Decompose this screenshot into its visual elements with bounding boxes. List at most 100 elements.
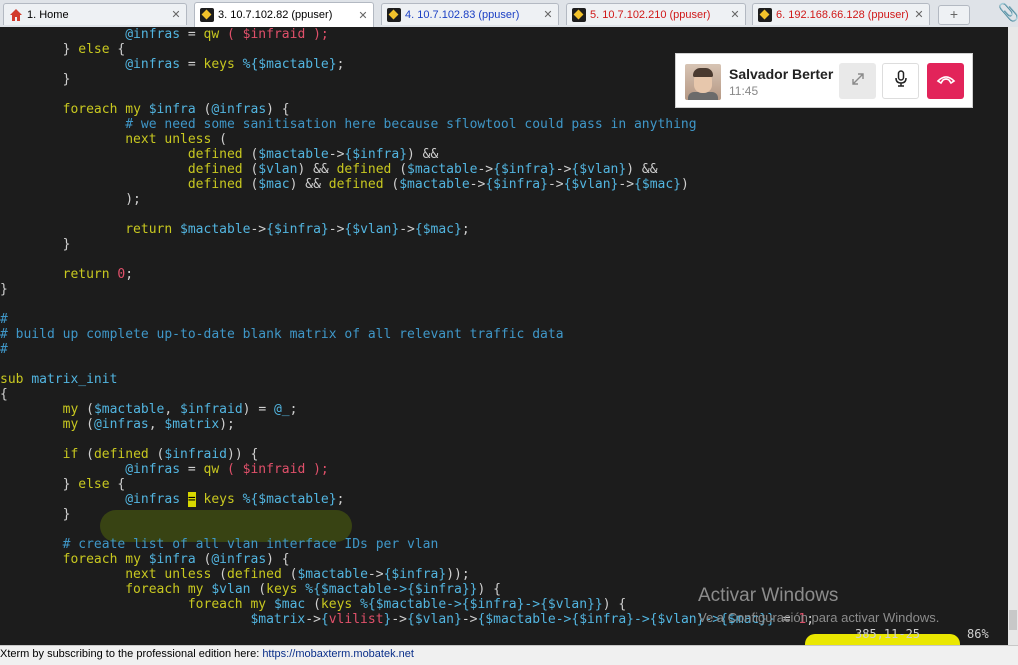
code-token: ) = [242,402,274,417]
windows-activation-title: Activar Windows [698,585,839,606]
code-token: @infras [211,552,267,567]
text-cursor: = [187,492,196,507]
tab-192-168-66-128[interactable]: 6. 192.168.66.128 (ppuser) ✕ [752,3,930,25]
expand-button[interactable] [839,63,876,99]
code-token: ( [281,567,298,582]
code-token: -> [305,612,321,627]
code-token: ; [336,492,345,507]
code-token: keys [203,57,235,72]
code-line: } [0,72,71,87]
code-token: {$infra} [344,147,408,162]
close-icon[interactable]: ✕ [169,8,183,21]
code-token: ( [78,417,94,432]
code-token: -> [399,222,415,237]
code-token: @infras [125,27,181,42]
code-token: ( [250,582,267,597]
terminal-output[interactable]: @infras = qw ( $infraid ); } else { @inf… [0,27,1008,645]
code-token: {$infra} [383,567,447,582]
code-token: ( [383,177,400,192]
code-line: next unless (defined ($mactable->{$infra… [0,567,469,582]
code-line: @infras = qw ( $infraid ); [0,27,329,42]
code-token: ( [195,102,212,117]
code-line: foreach my $infra (@infras) { [0,552,290,567]
tab-10-7-102-83[interactable]: 4. 10.7.102.83 (ppuser) ✕ [381,3,559,25]
microphone-button[interactable] [882,63,919,99]
code-line: # we need some sanitisation here because… [0,117,697,132]
tab-label: 4. 10.7.102.83 (ppuser) [405,8,520,21]
code-token: %{$mactable} [242,492,337,507]
hang-up-button[interactable] [927,63,964,99]
tab-home[interactable]: 1. Home ✕ [3,3,187,25]
code-token: ( [195,552,212,567]
code-line: # create list of all vlan interface IDs … [0,537,439,552]
close-icon[interactable]: ✕ [912,8,926,21]
code-token: ) && [297,162,337,177]
scrollbar-thumb[interactable] [1009,610,1017,630]
code-token: my [187,582,204,597]
code-token: next [125,567,157,582]
tab-10-7-102-210[interactable]: 5. 10.7.102.210 (ppuser) ✕ [566,3,746,25]
code-token: $mactable [399,177,470,192]
close-icon[interactable]: ✕ [356,9,370,22]
code-token: @infras [125,57,181,72]
tab-10-7-102-82[interactable]: 3. 10.7.102.82 (ppuser) ✕ [194,2,374,27]
tab-label: 3. 10.7.102.82 (ppuser) [218,9,333,21]
windows-activation-subtitle: Ve a Configuración para activar Windows. [698,610,940,625]
code-token: ) && [626,162,658,177]
new-tab-button[interactable]: + [938,5,970,25]
code-token: return [125,222,173,237]
footer-bar: Xterm by subscribing to the professional… [0,645,1018,665]
code-token: qw [203,462,220,477]
code-line: foreach my $infra (@infras) { [0,102,290,117]
code-token: } [0,42,79,57]
call-time: 11:45 [729,84,759,98]
cursor-position: 385,11-25 [855,627,921,641]
code-token: @infras [211,102,267,117]
paperclip-icon[interactable]: 📎 [998,3,1018,23]
code-line: } else { [0,42,126,57]
code-line: if (defined ($infraid)) { [0,447,259,462]
code-token: ; [461,222,470,237]
scroll-percent: 86% [967,627,989,641]
code-token: $mac [273,597,306,612]
code-line: $matrix->{vlilist}->{$vlan}->{$mactable-… [0,612,814,627]
code-token: ( [242,177,259,192]
close-icon[interactable]: ✕ [541,8,555,21]
code-token: ( [148,447,165,462]
code-token: = [180,462,204,477]
code-token: my [125,102,141,117]
code-token: } [0,237,71,252]
call-panel: Salvador Berter 11:45 [675,53,973,108]
code-token: $infraid [242,27,306,42]
code-token: keys [320,597,353,612]
code-token: %{$mactable->{$infra}->{$vlan}} [360,597,603,612]
code-token: } [0,282,8,297]
key-icon [387,7,401,22]
close-icon[interactable]: ✕ [728,8,742,21]
code-token: # create list of all vlan interface IDs … [62,537,439,552]
code-token: ; [125,267,134,282]
footer-link[interactable]: https://mobaxterm.mobatek.net [262,648,414,660]
code-token: $infraid [242,462,306,477]
code-token: = [180,27,204,42]
code-token: $mactable [180,222,251,237]
code-token: , [164,402,181,417]
code-token: $matrix [164,417,220,432]
code-token: $vlan [258,162,298,177]
code-token: ( [219,27,243,42]
scrollbar[interactable] [1008,27,1018,645]
code-token: # we need some sanitisation here because… [125,117,697,132]
key-icon [572,7,586,22]
code-token: {$mac} [414,222,462,237]
code-token: ) && [407,147,439,162]
